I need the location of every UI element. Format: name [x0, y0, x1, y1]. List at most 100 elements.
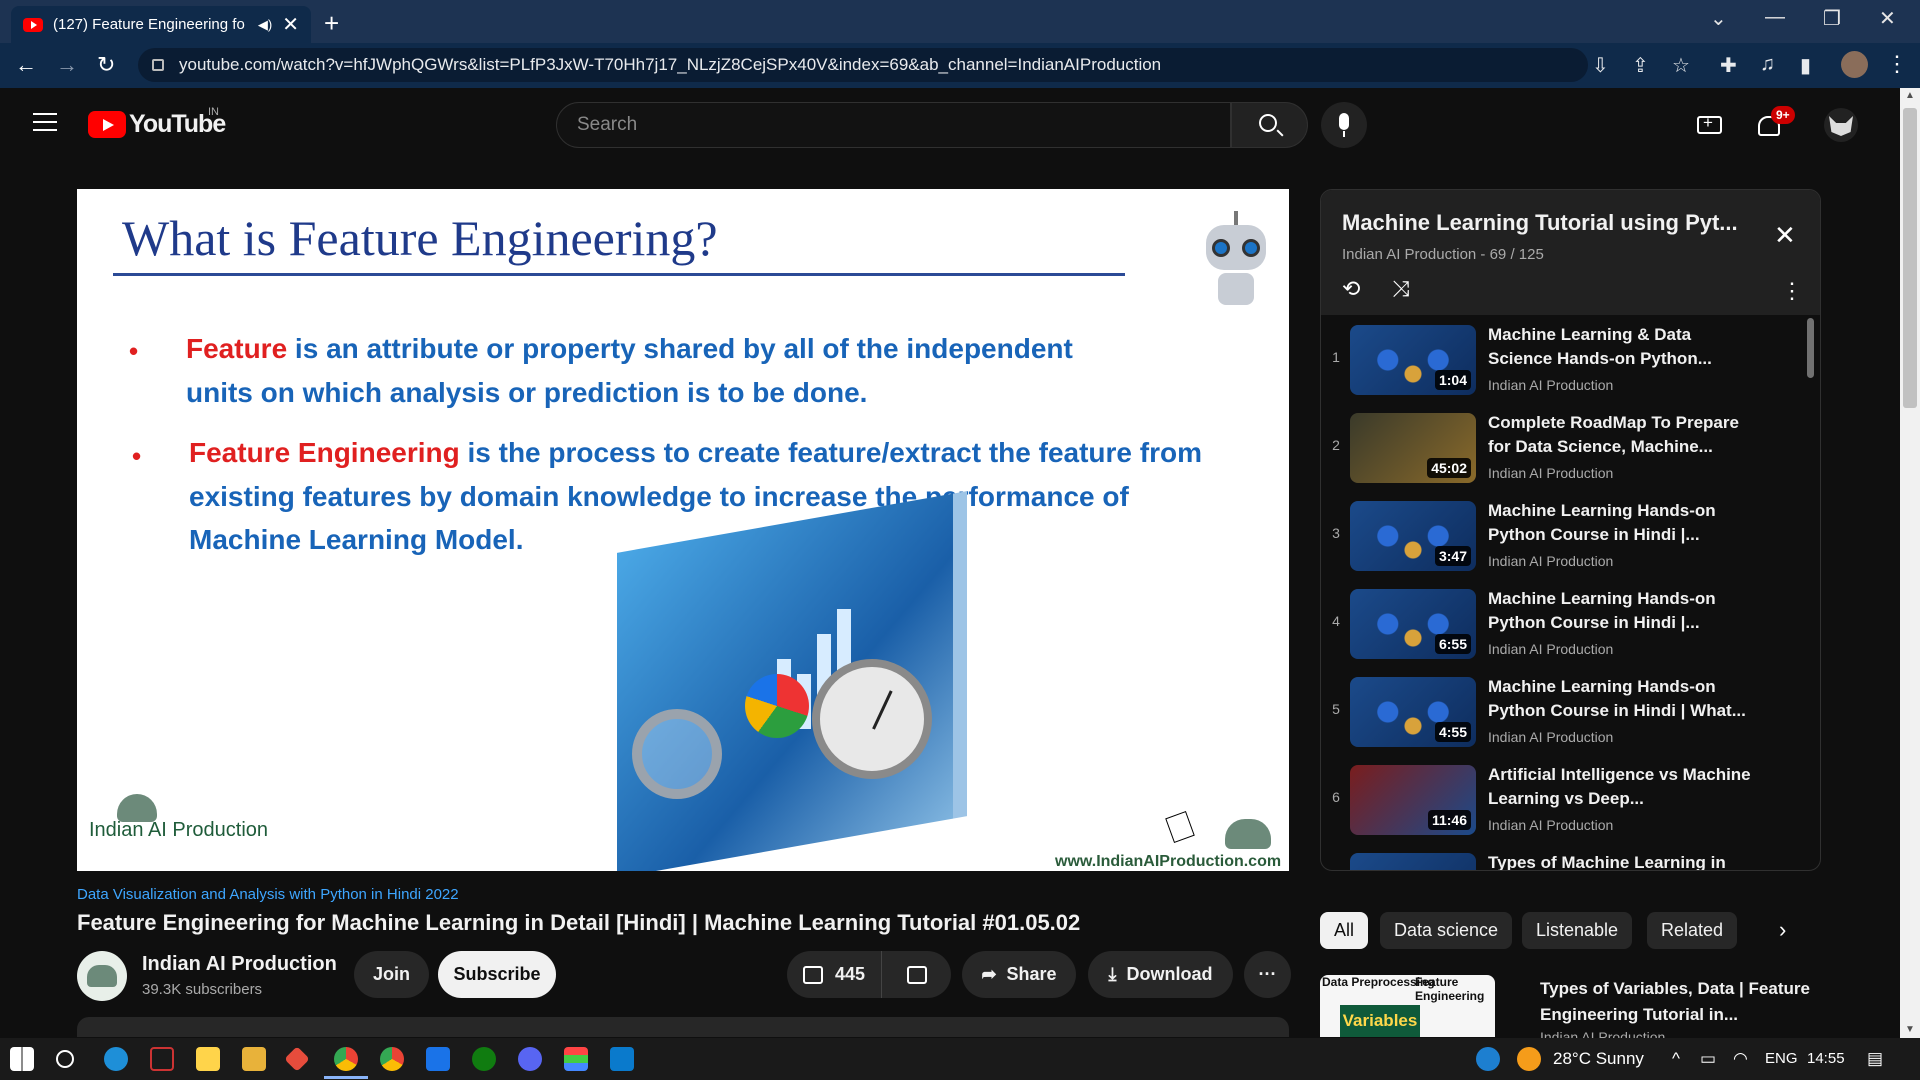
chips-next-icon[interactable]: › — [1779, 917, 1786, 943]
share-page-icon[interactable]: ⇪ — [1632, 53, 1649, 78]
slide-bullet-2-line-1: Feature Engineering is the process to cr… — [189, 437, 1202, 468]
youtube-logo[interactable]: YouTube IN — [88, 106, 226, 139]
scroll-down-icon[interactable]: ▼ — [1905, 1024, 1915, 1035]
download-label: Download — [1126, 964, 1213, 984]
media-control-icon[interactable]: ♫ — [1760, 53, 1775, 76]
playlist-item-thumbnail[interactable]: 1:04 — [1350, 325, 1476, 395]
share-button[interactable]: ➦ Share — [962, 951, 1076, 998]
video-player[interactable]: What is Feature Engineering? • Feature i… — [77, 189, 1289, 871]
app-icon[interactable] — [150, 1047, 174, 1071]
video-duration: 3:47 — [1434, 546, 1471, 566]
window-close-button[interactable]: ✕ — [1879, 6, 1896, 31]
help-icon[interactable] — [1476, 1047, 1500, 1071]
playlist-item-title: Machine Learning Hands-on Python Course … — [1488, 589, 1716, 632]
like-button[interactable]: 445 — [787, 951, 882, 998]
tab-close-icon[interactable]: ✕ — [282, 12, 299, 37]
side-panel-icon[interactable]: ▮ — [1800, 53, 1811, 78]
windows-start-icon[interactable] — [10, 1047, 34, 1071]
subscribe-button[interactable]: Subscribe — [438, 951, 556, 998]
browser-menu-icon[interactable]: ⋮ — [1886, 51, 1908, 77]
playlist-title[interactable]: Machine Learning Tutorial using Pyt... — [1342, 210, 1738, 236]
window-restore-button[interactable]: ❐ — [1823, 6, 1841, 31]
clock[interactable]: 14:55 — [1807, 1050, 1845, 1067]
playlist-scrollbar[interactable] — [1807, 318, 1814, 378]
thumbs-up-icon — [802, 965, 823, 984]
voice-search-button[interactable] — [1321, 102, 1367, 148]
guide-menu-icon[interactable] — [33, 113, 57, 131]
playlist-item[interactable]: 6 11:46 Artificial Intelligence vs Machi… — [1321, 755, 1820, 843]
discord-icon[interactable] — [518, 1047, 542, 1071]
xbox-icon[interactable] — [472, 1047, 496, 1071]
playlist-item-thumbnail[interactable] — [1350, 853, 1476, 870]
close-playlist-icon[interactable]: ✕ — [1774, 220, 1796, 251]
brand-logo-icon — [117, 794, 157, 822]
bookmark-star-icon[interactable]: ☆ — [1672, 53, 1690, 78]
recommended-title[interactable]: Types of Variables, Data | Feature Engin… — [1540, 976, 1810, 1028]
page-scrollbar[interactable]: ▲ ▼ — [1900, 88, 1920, 1038]
playlist-item[interactable]: 2 45:02 Complete RoadMap To Prepare for … — [1321, 403, 1820, 491]
playlist-item[interactable]: 4 6:55 Machine Learning Hands-on Python … — [1321, 579, 1820, 667]
playlist-item[interactable]: 1 1:04 Machine Learning & Data Science H… — [1321, 315, 1820, 403]
notifications-center-icon[interactable]: ▤ — [1867, 1049, 1883, 1069]
battery-icon[interactable]: ▭ — [1700, 1049, 1716, 1069]
playlist-item-thumbnail[interactable]: 45:02 — [1350, 413, 1476, 483]
playlist-more-icon[interactable]: ⋮ — [1781, 278, 1803, 304]
playlist-item-thumbnail[interactable]: 11:46 — [1350, 765, 1476, 835]
tab-search-icon[interactable]: ⌄ — [1710, 6, 1727, 31]
browser-profile-avatar[interactable] — [1841, 51, 1868, 78]
address-bar[interactable]: youtube.com/watch?v=hfJWphQGWrs&list=PLf… — [138, 48, 1588, 82]
playlist-item-thumbnail[interactable]: 3:47 — [1350, 501, 1476, 571]
dislike-button[interactable] — [882, 951, 951, 998]
playlist-item[interactable]: 5 4:55 Machine Learning Hands-on Python … — [1321, 667, 1820, 755]
app-icon[interactable] — [426, 1047, 450, 1071]
back-button[interactable]: ← — [15, 52, 37, 78]
playlist-item[interactable]: 3 3:47 Machine Learning Hands-on Python … — [1321, 491, 1820, 579]
tab-audio-icon[interactable]: ◀) — [258, 17, 272, 33]
scroll-up-icon[interactable]: ▲ — [1905, 90, 1915, 101]
channel-avatar[interactable] — [77, 951, 127, 1001]
search-input[interactable]: Search — [556, 102, 1231, 148]
scrollbar-thumb[interactable] — [1903, 108, 1917, 408]
chip-all[interactable]: All — [1320, 912, 1369, 949]
playlist-link[interactable]: Data Visualization and Analysis with Pyt… — [77, 886, 459, 903]
chip-related[interactable]: Related — [1647, 912, 1738, 949]
account-avatar[interactable] — [1824, 108, 1858, 142]
recommended-thumbnail[interactable]: Data Preprocessing Feature Engineering V… — [1320, 975, 1495, 1037]
video-duration: 6:55 — [1434, 634, 1471, 654]
chrome-browser-icon[interactable] — [380, 1047, 404, 1071]
playlist-item-thumbnail[interactable]: 4:55 — [1350, 677, 1476, 747]
description-box[interactable] — [77, 1017, 1289, 1037]
more-actions-button[interactable]: ··· — [1244, 951, 1291, 998]
forward-button[interactable]: → — [56, 52, 78, 78]
reload-button[interactable]: ↻ — [97, 52, 115, 78]
playlist-item[interactable]: 7 Types of Machine Learning in — [1321, 843, 1820, 870]
chip-data-science[interactable]: Data science — [1380, 912, 1513, 949]
ms-store-icon[interactable] — [196, 1047, 220, 1071]
edge-browser-icon[interactable] — [104, 1047, 128, 1071]
loop-playlist-icon[interactable]: ⟲ — [1342, 276, 1360, 302]
chip-listenable[interactable]: Listenable — [1522, 912, 1633, 949]
extensions-icon[interactable]: ✚ — [1720, 53, 1737, 78]
bluestacks-icon[interactable] — [564, 1047, 588, 1071]
weather-text[interactable]: 28°C Sunny — [1553, 1049, 1644, 1069]
browser-tab-youtube[interactable]: (127) Feature Engineering fo ◀) ✕ — [11, 6, 311, 43]
file-explorer-icon[interactable] — [242, 1047, 266, 1071]
wifi-icon[interactable]: ◠ — [1733, 1049, 1748, 1069]
language-indicator[interactable]: ENG — [1765, 1050, 1798, 1067]
git-icon[interactable] — [284, 1046, 310, 1072]
playlist-item-thumbnail[interactable]: 6:55 — [1350, 589, 1476, 659]
channel-name[interactable]: Indian AI Production — [142, 953, 337, 976]
playlist-subtitle: Indian AI Production - 69 / 125 — [1342, 246, 1544, 263]
search-button[interactable] — [1231, 102, 1308, 148]
join-button[interactable]: Join — [354, 951, 429, 998]
tray-overflow-icon[interactable]: ^ — [1672, 1049, 1680, 1069]
vscode-icon[interactable] — [610, 1047, 634, 1071]
download-button[interactable]: ⤓ Download — [1088, 951, 1233, 998]
create-video-icon[interactable] — [1697, 113, 1722, 134]
install-app-icon[interactable]: ⇩ — [1592, 53, 1609, 78]
new-tab-button[interactable]: + — [324, 8, 339, 39]
taskbar-search-icon[interactable] — [56, 1050, 74, 1068]
chrome-browser-icon[interactable] — [334, 1047, 358, 1071]
window-minimize-button[interactable]: — — [1765, 6, 1785, 29]
shuffle-playlist-icon[interactable]: ⤨ — [1392, 276, 1410, 302]
